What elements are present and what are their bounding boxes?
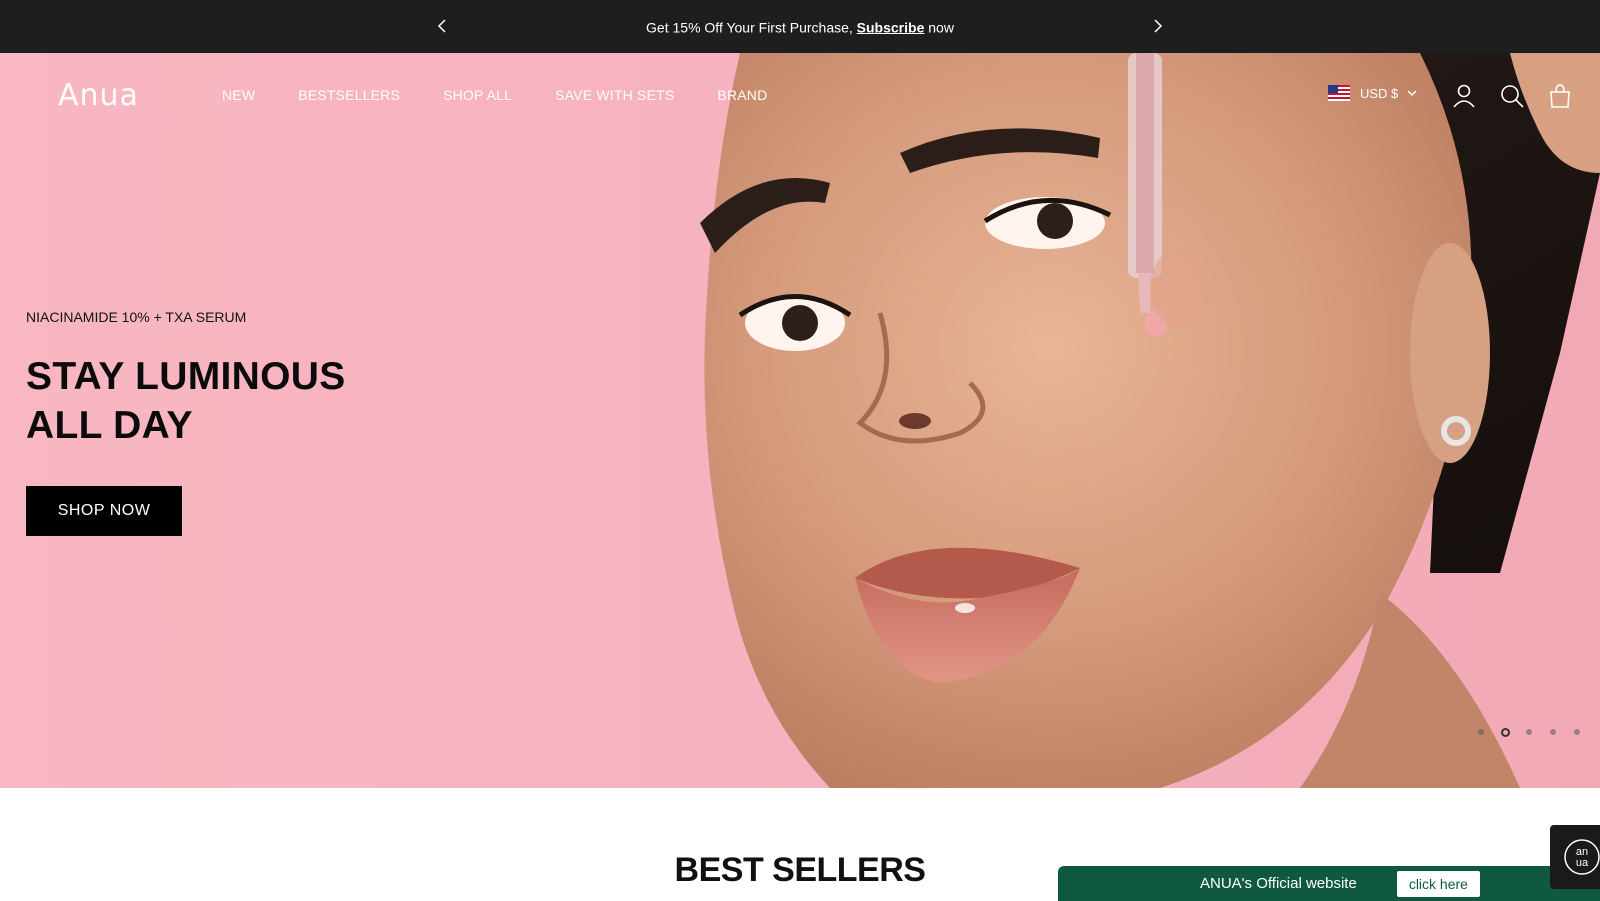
hero-headline-line2: ALL DAY: [26, 404, 193, 447]
nav-item-new[interactable]: NEW: [222, 87, 255, 103]
announcement-text-after: now: [928, 19, 954, 36]
slide-dot-2[interactable]: [1493, 727, 1517, 737]
chevron-down-icon: [1407, 90, 1417, 97]
hero-headline-line1: STAY LUMINOUS: [26, 355, 346, 398]
subscribe-link[interactable]: Subscribe: [857, 19, 925, 35]
shop-now-button[interactable]: SHOP NOW: [26, 486, 182, 536]
nav-item-brand[interactable]: BRAND: [717, 87, 767, 103]
logo[interactable]: Anua: [58, 78, 139, 113]
announcement-message: Get 15% Off Your First Purchase, Subscri…: [646, 18, 954, 35]
slide-indicators: [1469, 727, 1589, 737]
currency-label: USD $: [1360, 85, 1399, 101]
currency-selector[interactable]: USD $: [1328, 85, 1418, 101]
cart-icon[interactable]: [1547, 83, 1573, 109]
slide-dot-3[interactable]: [1517, 727, 1541, 737]
nav-item-save-with-sets[interactable]: SAVE WITH SETS: [555, 87, 674, 103]
slide-dot-4[interactable]: [1541, 727, 1565, 737]
slide-dot-1[interactable]: [1469, 727, 1493, 737]
hero-headline: STAY LUMINOUS ALL DAY: [26, 352, 346, 450]
announcement-text: Get 15% Off Your First Purchase,: [646, 19, 853, 36]
official-banner-text: ANUA's Official website: [1200, 875, 1357, 892]
brand-badge-icon: an ua: [1564, 839, 1600, 875]
nav-item-bestsellers[interactable]: BESTSELLERS: [298, 87, 400, 103]
chevron-left-icon[interactable]: [432, 15, 454, 37]
svg-text:ua: ua: [1576, 857, 1589, 869]
chevron-right-icon[interactable]: [1146, 15, 1168, 37]
nav-item-shop-all[interactable]: SHOP ALL: [443, 87, 512, 103]
announcement-bar: Get 15% Off Your First Purchase, Subscri…: [0, 0, 1600, 53]
click-here-button[interactable]: click here: [1396, 870, 1480, 897]
brand-badge-button[interactable]: an ua: [1550, 825, 1600, 889]
search-icon[interactable]: [1499, 83, 1525, 109]
slide-dot-5[interactable]: [1565, 727, 1589, 737]
official-website-banner: ANUA's Official website click here: [1058, 866, 1600, 901]
hero-eyebrow: NIACINAMIDE 10% + TXA SERUM: [26, 309, 247, 325]
us-flag-icon: [1328, 85, 1350, 101]
account-icon[interactable]: [1451, 83, 1477, 109]
main-nav: NEW BESTSELLERS SHOP ALL SAVE WITH SETS …: [222, 87, 810, 103]
